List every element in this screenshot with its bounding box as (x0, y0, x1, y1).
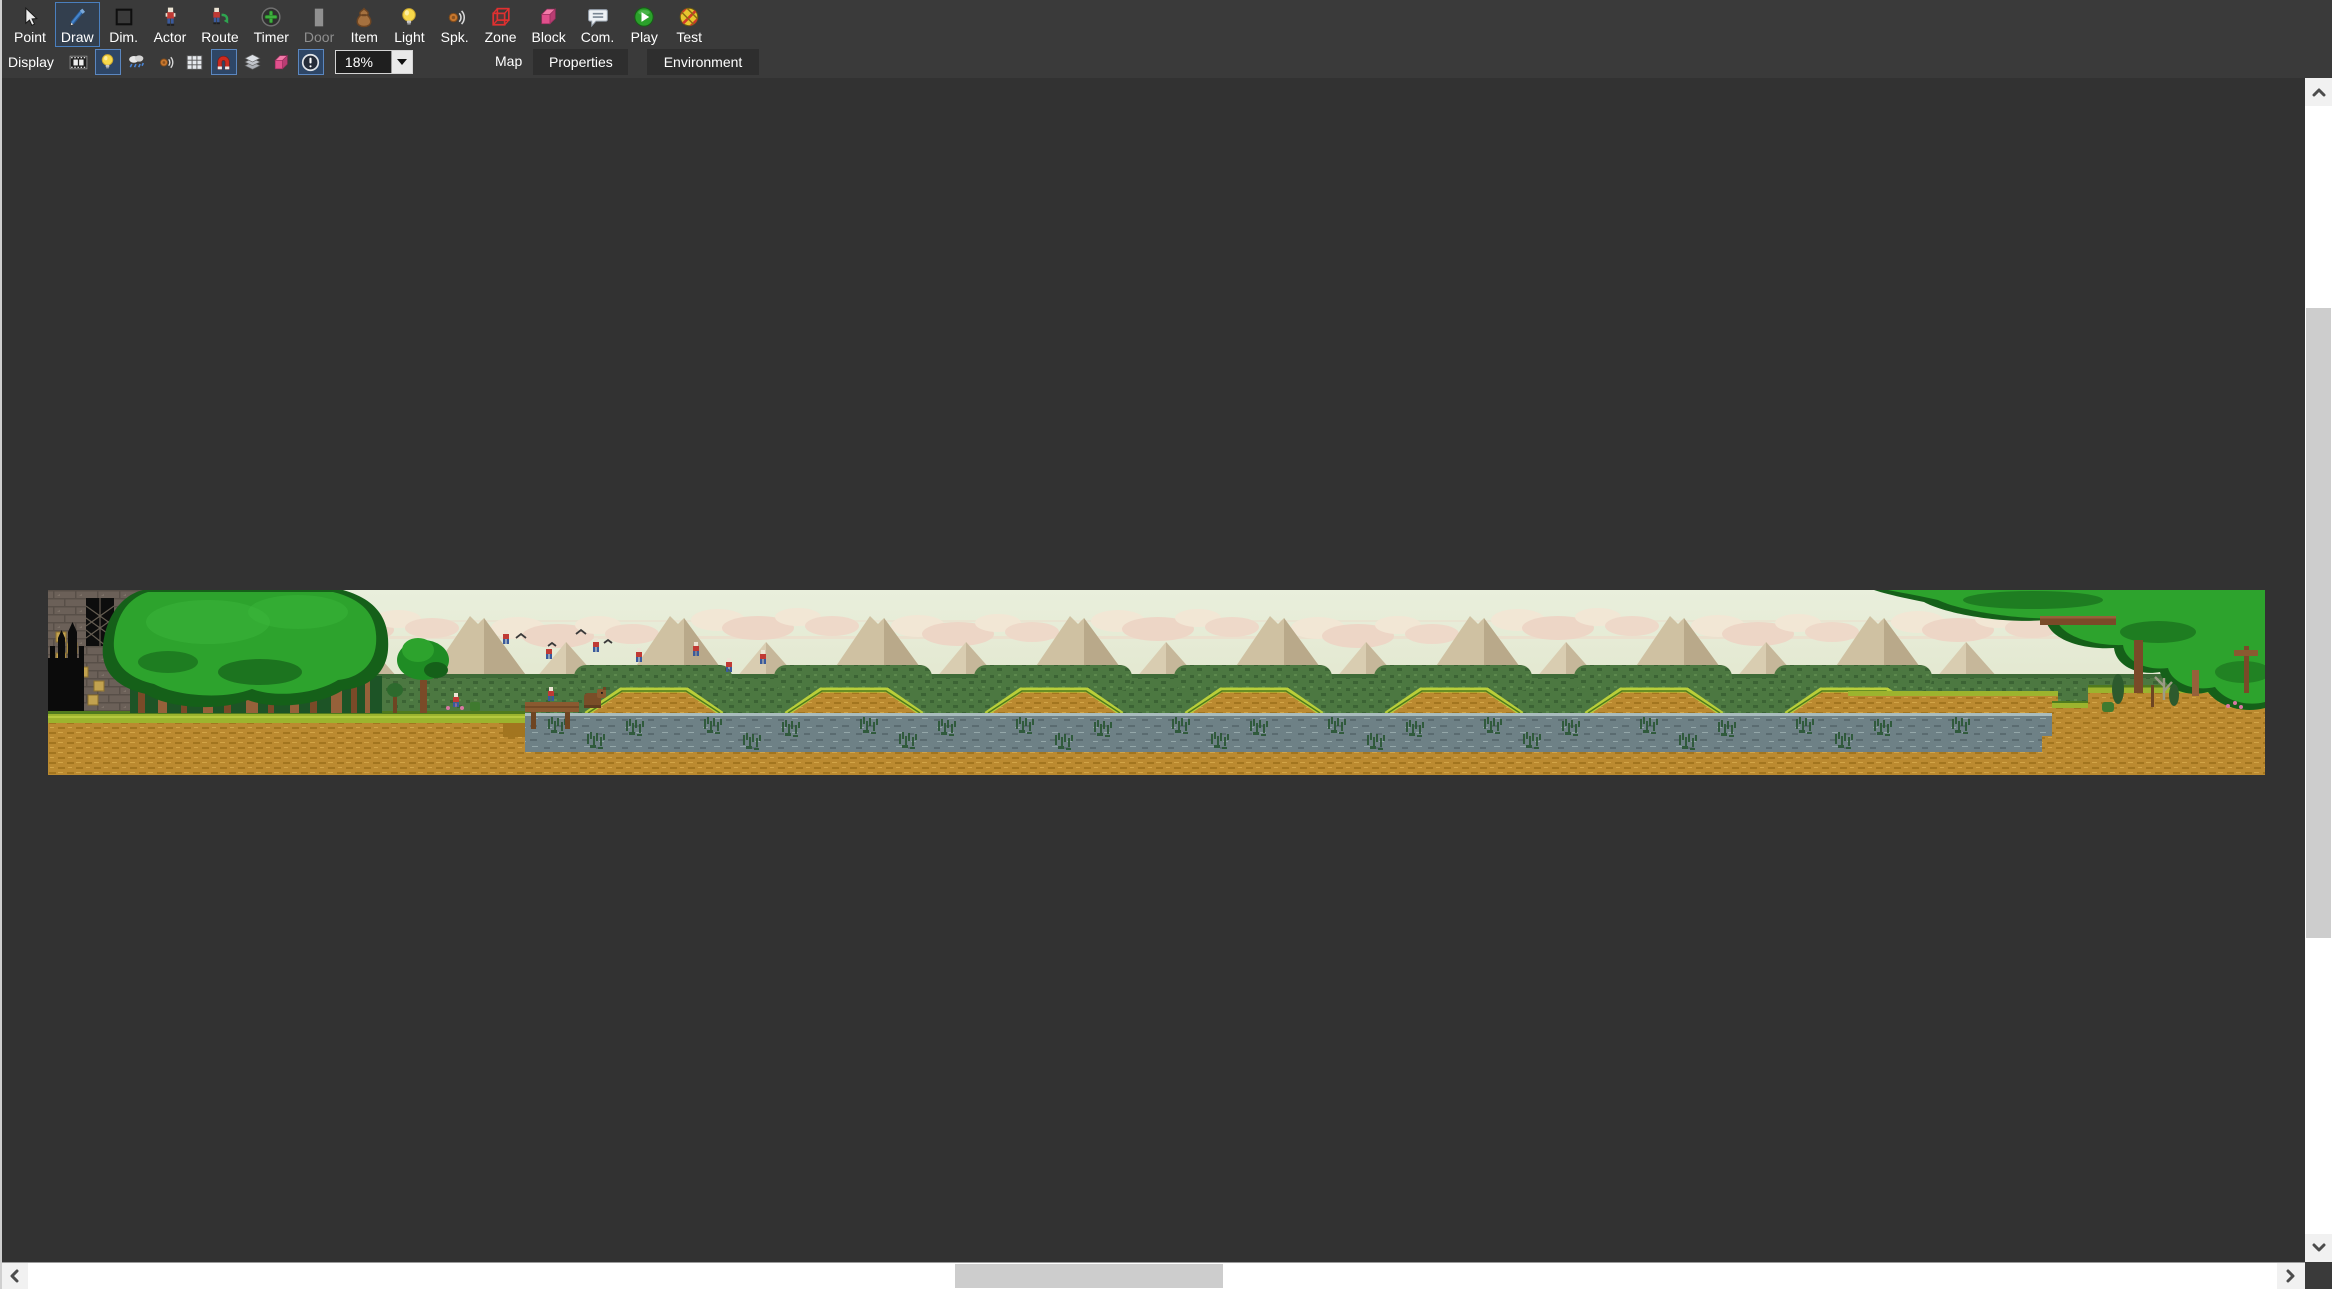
play-icon (631, 5, 657, 30)
toggle-magnet[interactable] (211, 49, 237, 75)
tool-dim[interactable]: Dim. (103, 2, 145, 47)
level-editor-window: Point Draw Dim. (0, 0, 2332, 1289)
tool-test[interactable]: Test (668, 2, 710, 47)
tool-com[interactable]: Com. (575, 2, 620, 47)
editor-canvas[interactable] (0, 78, 2305, 1262)
tool-door[interactable]: Door (298, 2, 340, 47)
plus-circle-icon (258, 5, 284, 30)
pencil-icon (64, 5, 90, 30)
magnet-icon (213, 52, 234, 73)
speech-bubble-icon (585, 5, 611, 30)
toolbar: Point Draw Dim. (0, 0, 2332, 78)
tool-zone[interactable]: Zone (479, 2, 523, 47)
zoom-dropdown-arrow[interactable] (391, 51, 412, 73)
tool-timer[interactable]: Timer (248, 2, 295, 47)
tool-play[interactable]: Play (623, 2, 665, 47)
toggle-alert[interactable] (298, 49, 324, 75)
horizontal-scroll-thumb[interactable] (955, 1264, 1223, 1288)
chevron-right-icon (2286, 1269, 2296, 1283)
map-label: Map (495, 53, 522, 69)
toggle-layers[interactable] (240, 49, 266, 75)
pouch-icon (351, 5, 377, 30)
chevron-down-icon (397, 59, 407, 65)
chevron-down-icon (2312, 1243, 2326, 1253)
level-preview-image[interactable] (48, 590, 2265, 775)
tool-actor[interactable]: Actor (148, 2, 193, 47)
pointer-icon (17, 5, 43, 30)
person-icon (157, 5, 183, 30)
zoom-dropdown[interactable]: 18% (335, 50, 413, 74)
horizontal-scrollbar[interactable] (0, 1262, 2305, 1289)
toggle-weather[interactable] (124, 49, 150, 75)
display-row: Display (0, 46, 2332, 78)
rectangle-icon (111, 5, 137, 30)
toggle-lightbulb[interactable] (95, 49, 121, 75)
speaker-icon (442, 5, 468, 30)
tool-point[interactable]: Point (8, 2, 52, 47)
weather-icon (126, 52, 147, 73)
scrollbar-corner (2305, 1262, 2332, 1289)
tool-row: Point Draw Dim. (0, 0, 2332, 46)
zoom-value: 18% (336, 51, 391, 73)
pink-block-icon (536, 5, 562, 30)
speaker-icon (155, 52, 176, 73)
grid-icon (184, 52, 205, 73)
tool-spk[interactable]: Spk. (434, 2, 476, 47)
toggle-filmstrip[interactable] (66, 49, 92, 75)
tool-block[interactable]: Block (526, 2, 572, 47)
chevron-left-icon (9, 1269, 19, 1283)
filmstrip-icon (68, 52, 89, 73)
toggle-grid[interactable] (182, 49, 208, 75)
tool-route[interactable]: Route (195, 2, 244, 47)
tool-draw[interactable]: Draw (55, 2, 100, 47)
display-label: Display (8, 54, 54, 70)
red-cube-icon (488, 5, 514, 30)
vertical-scroll-thumb[interactable] (2306, 308, 2331, 938)
alert-icon (300, 52, 321, 73)
tool-light[interactable]: Light (388, 2, 430, 47)
lightbulb-icon (396, 5, 422, 30)
lightbulb-icon (97, 52, 118, 73)
tool-item[interactable]: Item (343, 2, 385, 47)
eraser-icon (271, 52, 292, 73)
scroll-right-button[interactable] (2277, 1263, 2305, 1289)
toggle-speaker[interactable] (153, 49, 179, 75)
map-environment-button[interactable]: Environment (647, 49, 759, 75)
ball-icon (676, 5, 702, 30)
door-icon (306, 5, 332, 30)
scroll-up-button[interactable] (2305, 78, 2332, 106)
map-properties-button[interactable]: Properties (533, 49, 628, 75)
scroll-down-button[interactable] (2305, 1234, 2332, 1262)
vertical-scrollbar[interactable] (2305, 78, 2332, 1262)
person-arrow-icon (207, 5, 233, 30)
chevron-up-icon (2312, 87, 2326, 97)
layers-icon (242, 52, 263, 73)
scroll-left-button[interactable] (0, 1263, 28, 1289)
toggle-eraser[interactable] (269, 49, 295, 75)
window-left-edge (0, 0, 2, 1289)
